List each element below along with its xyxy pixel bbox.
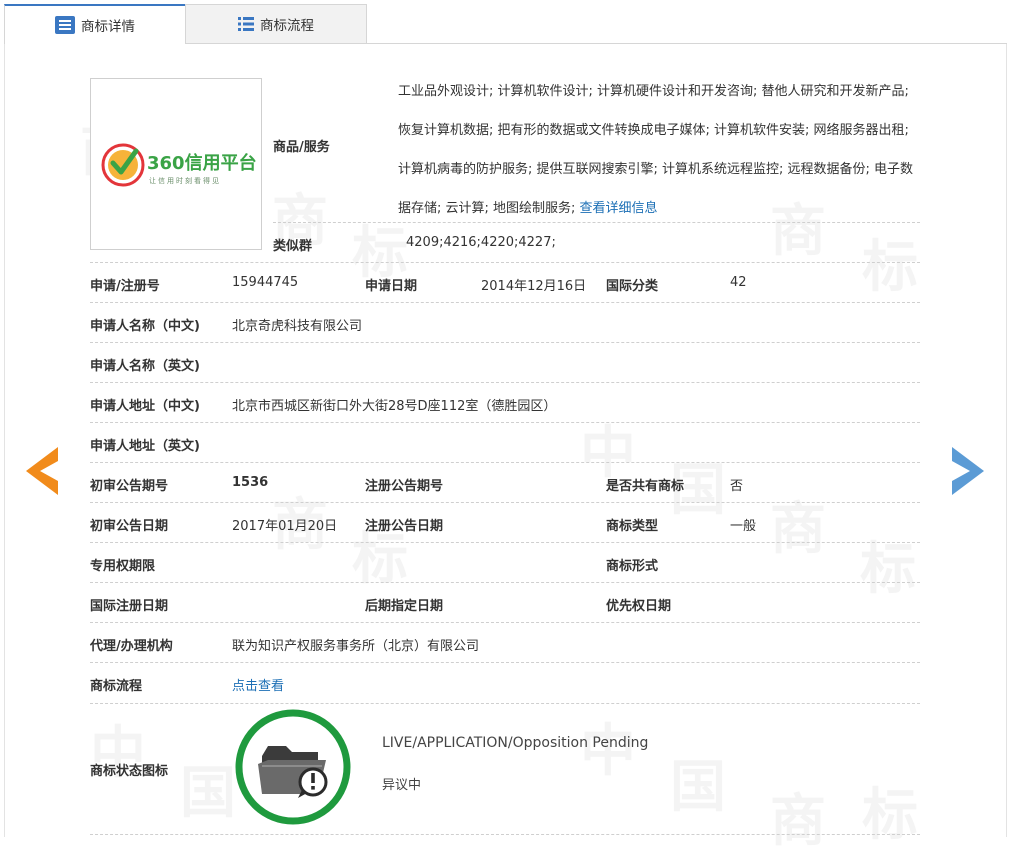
tab-trademark-detail[interactable]: 商标详情 [4,4,186,44]
status-english: LIVE/APPLICATION/Opposition Pending [382,735,649,751]
opposition-folder-icon [234,708,352,826]
field-label: 商标类型 [606,519,659,534]
field-label: 注册公告期号 [365,479,444,494]
field-label: 申请人地址（中文) [90,399,200,414]
row-status [90,703,920,838]
row-prelim-date: 初审公告日期 2017年01月20日 注册公告日期 商标类型 一般 [90,502,920,543]
row-address-en: 申请人地址（英文) [90,422,920,463]
agent-value: 联为知识产权服务事务所（北京）有限公司 [232,639,480,654]
tab-divider [185,43,1007,44]
similar-group-value: 4209;4216;4220;4227; [406,235,556,250]
tab-label: 商标流程 [260,18,314,34]
frame-border [4,44,5,837]
field-label: 初审公告期号 [90,479,169,494]
field-label: 申请人名称（英文) [90,359,200,374]
field-label: 商标形式 [606,559,659,574]
logo-brand-text: 360信用平台 [147,152,257,174]
row-exclusive: 专用权期限 商标形式 [90,542,920,583]
frame-border [1006,44,1007,837]
similar-group-label: 类似群 [273,239,313,254]
row-process: 商标流程 点击查看 [90,662,920,703]
row-applicant-en: 申请人名称（英文) [90,342,920,383]
goods-list: 工业品外观设计; 计算机软件设计; 计算机硬件设计和开发咨询; 替他人研究和开发… [398,84,914,216]
applicant-cn-value: 北京奇虎科技有限公司 [232,319,363,334]
tm-type-value: 一般 [730,519,757,534]
intl-class-value: 42 [730,275,747,290]
row-prelim-no: 初审公告期号 1536 注册公告期号 是否共有商标 否 [90,462,920,503]
field-label: 国际注册日期 [90,599,169,614]
divider [90,834,920,835]
goods-services-text: 工业品外观设计; 计算机软件设计; 计算机硬件设计和开发咨询; 替他人研究和开发… [398,72,920,228]
tab-trademark-process[interactable]: 商标流程 [185,4,367,44]
field-label: 商标流程 [90,679,143,694]
view-process-link[interactable]: 点击查看 [232,675,284,694]
row-applicant-cn: 申请人名称（中文) 北京奇虎科技有限公司 [90,302,920,343]
list-icon [238,16,254,32]
field-label: 专用权期限 [90,559,156,574]
document-list-icon [55,16,75,34]
field-label: 申请/注册号 [90,279,160,294]
row-address-cn: 申请人地址（中文) 北京市西城区新街口外大街28号D座112室（德胜园区） [90,382,920,423]
field-label: 代理/办理机构 [90,639,173,654]
row-agent: 代理/办理机构 联为知识产权服务事务所（北京）有限公司 [90,622,920,663]
status-chinese: 异议中 [382,778,422,793]
field-label: 国际分类 [606,279,659,294]
trademark-image: 360信用平台 让信用时刻看得见 [90,78,262,250]
field-label: 是否共有商标 [606,479,685,494]
field-label: 后期指定日期 [365,599,444,614]
field-label: 优先权日期 [606,599,672,614]
address-cn-value: 北京市西城区新街口外大街28号D座112室（德胜园区） [232,399,557,414]
field-label: 申请人名称（中文) [90,319,200,334]
trademark-logo-icon: 360信用平台 让信用时刻看得见 [101,143,257,187]
divider [273,222,920,223]
view-details-link[interactable]: 查看详细信息 [580,201,658,216]
prelim-no-value: 1536 [232,475,269,490]
logo-slogan: 让信用时刻看得见 [149,176,221,185]
row-reg-no: 申请/注册号 15944745 申请日期 2014年12月16日 国际分类 42 [90,262,920,303]
field-label: 商标状态图标 [90,764,169,779]
field-label: 申请日期 [365,279,418,294]
prelim-date-value: 2017年01月20日 [232,519,338,534]
row-intl-reg-date: 国际注册日期 后期指定日期 优先权日期 [90,582,920,623]
field-label: 申请人地址（英文) [90,439,200,454]
tab-label: 商标详情 [81,19,135,35]
field-label: 初审公告日期 [90,519,169,534]
apply-date-value: 2014年12月16日 [481,279,587,294]
shared-value: 否 [730,479,744,494]
reg-no-value: 15944745 [232,275,299,290]
previous-arrow-icon[interactable] [26,447,58,495]
field-label: 注册公告日期 [365,519,444,534]
tab-bar: 商标详情 商标流程 [0,0,1013,44]
next-arrow-icon[interactable] [952,447,984,495]
goods-label: 商品/服务 [273,140,330,155]
